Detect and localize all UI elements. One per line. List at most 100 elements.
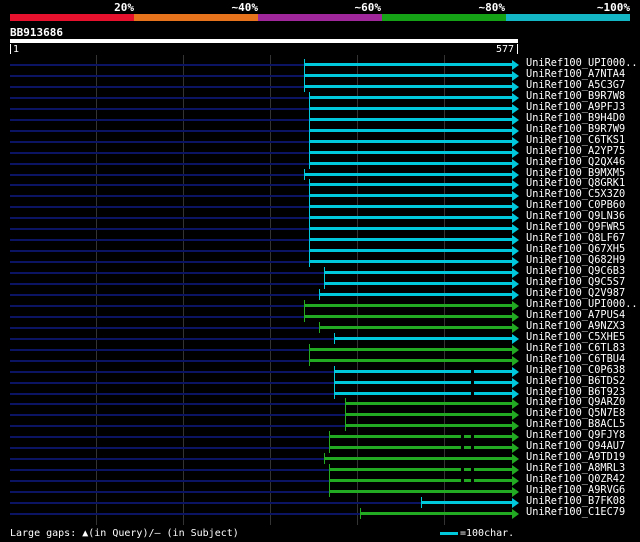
alignment-bar[interactable] [304, 63, 513, 66]
hit-name-link[interactable]: UniRef100_C1EC79 [526, 506, 625, 519]
arrow-head-icon [512, 443, 519, 454]
alignment-bar[interactable] [324, 457, 513, 461]
unaligned-track [10, 436, 330, 439]
alignment-bar[interactable] [324, 282, 513, 285]
alignment-bar[interactable] [420, 501, 513, 504]
alignment-bar[interactable] [319, 292, 513, 296]
unaligned-track [10, 217, 310, 220]
hit-row[interactable]: UniRef100_C1EC79 [0, 506, 640, 519]
arrow-head-icon [512, 60, 519, 70]
alignment-bar[interactable] [329, 490, 513, 494]
unaligned-track [10, 184, 310, 187]
query-start-tick [10, 44, 11, 54]
arrow-head-icon [512, 92, 519, 103]
arrow-head-icon [512, 125, 519, 136]
alignment-bar[interactable] [334, 391, 513, 395]
arrow-head-icon [512, 257, 519, 268]
unaligned-track [10, 359, 310, 362]
alignment-bar[interactable] [309, 128, 513, 132]
alignment-bar[interactable] [309, 161, 513, 165]
large-gaps-legend: Large gaps: ▲(in Query)/– (in Subject) [10, 528, 239, 539]
unaligned-track [10, 173, 305, 176]
alignment-bar[interactable] [329, 435, 513, 439]
unaligned-track [10, 458, 325, 461]
scale-segment [382, 14, 506, 21]
unaligned-track [10, 447, 330, 450]
alignment-bar[interactable] [309, 150, 513, 154]
alignment-bar[interactable] [334, 336, 513, 340]
alignment-bar[interactable] [359, 511, 513, 515]
arrow-head-icon [512, 191, 519, 202]
alignment-bar[interactable] [309, 216, 513, 220]
arrow-head-icon [512, 487, 519, 498]
unaligned-track [10, 370, 335, 373]
arrow-head-icon [512, 322, 519, 333]
alignment-bar[interactable] [304, 314, 513, 318]
arrow-head-icon [512, 432, 519, 443]
alignment-bar[interactable] [309, 95, 513, 99]
gap-mark [471, 468, 475, 472]
unaligned-track [10, 118, 310, 121]
alignment-bar[interactable] [309, 227, 513, 231]
arrow-head-icon [512, 399, 519, 410]
gap-mark [471, 380, 475, 384]
arrow-head-icon [512, 279, 519, 289]
arrow-head-icon [512, 268, 519, 279]
alignment-bar[interactable] [309, 117, 513, 121]
gap-mark [471, 479, 475, 483]
alignment-bar[interactable] [344, 413, 513, 417]
alignment-bar[interactable] [309, 249, 513, 253]
alignment-bar[interactable] [309, 106, 513, 110]
alignment-bar[interactable] [309, 183, 513, 187]
alignment-bar[interactable] [329, 468, 513, 472]
alignment-bar[interactable] [344, 424, 513, 428]
unaligned-track [10, 272, 325, 275]
scale-label: ~80% [478, 1, 506, 14]
alignment-bar[interactable] [344, 402, 513, 406]
alignment-bar[interactable] [304, 303, 513, 307]
alignment-bar[interactable] [334, 380, 513, 384]
alignment-bar[interactable] [309, 260, 513, 264]
alignment-bar[interactable] [319, 325, 513, 329]
arrow-head-icon [512, 410, 519, 421]
alignment-bar[interactable] [309, 194, 513, 198]
alignment-bar[interactable] [304, 84, 513, 88]
alignment-bar[interactable] [309, 205, 513, 209]
unaligned-track [10, 74, 305, 77]
arrow-head-icon [512, 180, 519, 191]
unaligned-track [10, 239, 310, 242]
gap-mark [461, 446, 465, 450]
alignment-bar[interactable] [309, 139, 513, 143]
unaligned-track [10, 151, 310, 154]
alignment-bar[interactable] [309, 358, 513, 362]
arrow-head-icon [512, 508, 519, 519]
alignment-bar[interactable] [329, 479, 513, 483]
unaligned-track [10, 403, 345, 406]
unaligned-track [10, 129, 310, 132]
alignment-bar[interactable] [334, 369, 513, 373]
unaligned-track [10, 228, 310, 231]
arrow-head-icon [512, 246, 519, 257]
arrow-head-icon [512, 388, 519, 399]
alignment-bar[interactable] [309, 238, 513, 242]
gap-mark [461, 435, 465, 439]
scale-label: ~40% [231, 1, 259, 14]
alignment-bar[interactable] [324, 271, 513, 275]
gap-mark [461, 468, 465, 472]
unaligned-track [10, 414, 345, 417]
alignment-bar[interactable] [304, 172, 513, 176]
alignment-bar[interactable] [309, 347, 513, 351]
arrow-head-icon [512, 311, 519, 322]
alignment-bar[interactable] [304, 73, 513, 77]
unaligned-track [10, 283, 325, 285]
arrow-head-icon [512, 355, 519, 366]
scale-segment [258, 14, 382, 21]
arrow-head-icon [512, 465, 519, 476]
unaligned-track [10, 250, 310, 253]
unaligned-track [10, 502, 421, 504]
query-end-tick [517, 44, 518, 54]
query-bar [10, 39, 518, 43]
alignment-bar[interactable] [329, 446, 513, 450]
query-name: BB913686 [10, 26, 63, 39]
arrow-head-icon [512, 70, 519, 81]
